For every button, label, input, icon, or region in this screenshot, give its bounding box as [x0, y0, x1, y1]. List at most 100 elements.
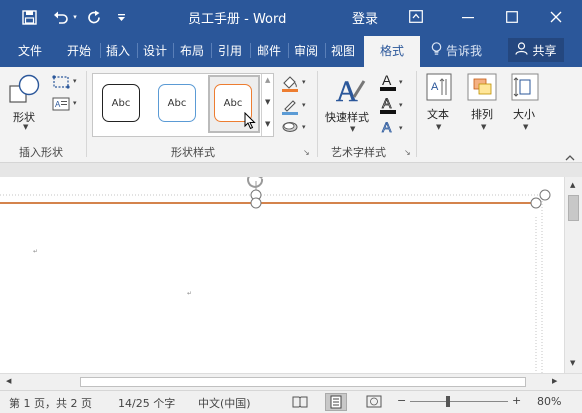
- edit-shape-dropdown-icon[interactable]: ▾: [73, 77, 77, 85]
- text-label[interactable]: 文本: [427, 106, 449, 122]
- scroll-left-icon[interactable]: ◀: [6, 377, 11, 385]
- page-count[interactable]: 第 1 页，共 2 页: [9, 395, 92, 411]
- shape-fill-icon[interactable]: [281, 74, 299, 95]
- shapes-dropdown-icon[interactable]: ▼: [23, 123, 28, 131]
- shape-style-item[interactable]: Abc: [102, 84, 140, 122]
- zoom-out-button[interactable]: −: [397, 394, 406, 407]
- sign-in-link[interactable]: 登录: [352, 8, 378, 27]
- size-label[interactable]: 大小: [513, 106, 535, 122]
- text-group-icon[interactable]: A: [426, 73, 452, 104]
- tab-review[interactable]: 审阅: [294, 42, 318, 59]
- svg-text:A: A: [382, 95, 392, 111]
- tell-me-search[interactable]: 告诉我: [431, 42, 482, 59]
- edit-shape-icon[interactable]: [52, 75, 74, 92]
- svg-text:A: A: [431, 81, 439, 93]
- horizontal-scroll-thumb[interactable]: [80, 377, 526, 387]
- shape-styles-gallery: Abc Abc Abc ▲ ▼ ▼: [92, 73, 274, 137]
- repeat-icon[interactable]: [85, 8, 103, 26]
- tab-layout[interactable]: 布局: [180, 42, 204, 59]
- quick-styles-dropdown-icon[interactable]: ▼: [350, 125, 355, 133]
- text-dropdown-icon[interactable]: ▼: [436, 123, 441, 131]
- status-bar: 第 1 页，共 2 页 14/25 个字 中文(中国) − + 80%: [0, 390, 582, 413]
- svg-text:A: A: [55, 100, 61, 109]
- ribbon-display-options-icon[interactable]: [396, 0, 436, 33]
- tab-insert[interactable]: 插入: [106, 42, 130, 59]
- wordart-launcher-icon[interactable]: ↘: [404, 148, 411, 157]
- ribbon-tabs: 文件 开始 插入 设计 布局 引用 邮件 审阅 视图 格式 告诉我 共享: [0, 33, 582, 67]
- shape-effects-dropdown-icon[interactable]: ▾: [302, 123, 306, 131]
- gallery-down-icon[interactable]: ▼: [265, 98, 270, 106]
- document-page[interactable]: ↵ ↵: [0, 177, 564, 373]
- quick-styles-icon[interactable]: A: [334, 73, 366, 108]
- close-icon[interactable]: [536, 0, 576, 33]
- svg-text:A: A: [382, 72, 392, 88]
- zoom-slider-thumb[interactable]: [446, 396, 450, 407]
- collapse-ribbon-icon[interactable]: [565, 150, 575, 164]
- undo-dropdown-icon[interactable]: ▾: [71, 8, 79, 26]
- shape-effects-icon[interactable]: [281, 120, 299, 137]
- document-area: ↵ ↵: [0, 163, 582, 373]
- read-mode-icon[interactable]: [292, 395, 308, 411]
- zoom-level[interactable]: 80%: [537, 395, 561, 408]
- scroll-right-icon[interactable]: ▶: [552, 377, 557, 385]
- tab-references[interactable]: 引用: [218, 42, 242, 59]
- size-dropdown-icon[interactable]: ▼: [523, 123, 528, 131]
- text-fill-dropdown-icon[interactable]: ▾: [399, 78, 403, 86]
- lightbulb-icon: [431, 42, 442, 59]
- svg-text:A: A: [382, 119, 392, 135]
- text-box-dropdown-icon[interactable]: ▾: [73, 99, 77, 107]
- share-button[interactable]: 共享: [508, 38, 564, 62]
- shape-outline-icon[interactable]: [281, 97, 299, 118]
- zoom-in-button[interactable]: +: [512, 394, 521, 407]
- shape-outline-dropdown-icon[interactable]: ▾: [302, 101, 306, 109]
- shapes-icon[interactable]: [9, 74, 41, 107]
- text-effects-dropdown-icon[interactable]: ▾: [399, 124, 403, 132]
- vertical-scroll-thumb[interactable]: [568, 195, 579, 221]
- undo-icon[interactable]: [52, 8, 70, 26]
- maximize-icon[interactable]: [492, 0, 532, 33]
- tab-divider: [211, 43, 212, 58]
- shape-styles-launcher-icon[interactable]: ↘: [303, 148, 310, 157]
- tab-divider: [288, 43, 289, 58]
- arrange-icon[interactable]: [467, 73, 497, 104]
- group-label-insert-shapes: 插入形状: [19, 146, 63, 159]
- minimize-icon[interactable]: [448, 0, 488, 33]
- zoom-slider-track[interactable]: [410, 401, 508, 402]
- tab-format[interactable]: 格式: [364, 36, 420, 67]
- tab-view[interactable]: 视图: [331, 42, 355, 59]
- customize-qat-icon[interactable]: [116, 8, 126, 26]
- word-count[interactable]: 14/25 个字: [118, 395, 175, 411]
- text-fill-icon[interactable]: A: [380, 72, 396, 95]
- size-icon[interactable]: [511, 73, 539, 104]
- horizontal-scrollbar[interactable]: ◀ ▶: [0, 373, 582, 390]
- group-divider: [416, 71, 417, 157]
- language[interactable]: 中文(中国): [198, 395, 251, 411]
- svg-text:↵: ↵: [187, 290, 192, 297]
- tab-design[interactable]: 设计: [143, 42, 167, 59]
- shape-style-label: Abc: [167, 97, 187, 109]
- save-icon[interactable]: [20, 8, 38, 26]
- print-layout-icon[interactable]: [325, 393, 347, 411]
- group-label-shape-styles: 形状样式: [171, 146, 215, 159]
- web-layout-icon[interactable]: [366, 395, 382, 411]
- tab-file[interactable]: 文件: [18, 42, 42, 59]
- vertical-scrollbar[interactable]: ▲ ▼: [564, 177, 582, 373]
- shape-style-item[interactable]: Abc: [158, 84, 196, 122]
- gallery-up-icon[interactable]: ▲: [265, 76, 270, 84]
- scroll-down-icon[interactable]: ▼: [570, 359, 575, 367]
- window-title: 员工手册 - Word: [188, 12, 287, 27]
- shape-fill-dropdown-icon[interactable]: ▾: [302, 78, 306, 86]
- arrange-dropdown-icon[interactable]: ▼: [481, 123, 486, 131]
- text-box-icon[interactable]: A: [52, 97, 70, 114]
- quick-styles-label[interactable]: 快速样式: [325, 109, 369, 125]
- tab-divider: [100, 43, 101, 58]
- text-outline-dropdown-icon[interactable]: ▾: [399, 101, 403, 109]
- tab-home[interactable]: 开始: [67, 42, 91, 59]
- arrange-label[interactable]: 排列: [471, 106, 493, 122]
- tab-divider: [250, 43, 251, 58]
- scroll-up-icon[interactable]: ▲: [570, 181, 575, 189]
- text-outline-icon[interactable]: A: [380, 95, 396, 118]
- text-effects-icon[interactable]: A: [380, 118, 396, 139]
- tab-mailings[interactable]: 邮件: [257, 42, 281, 59]
- gallery-more-icon[interactable]: ▼: [265, 120, 270, 128]
